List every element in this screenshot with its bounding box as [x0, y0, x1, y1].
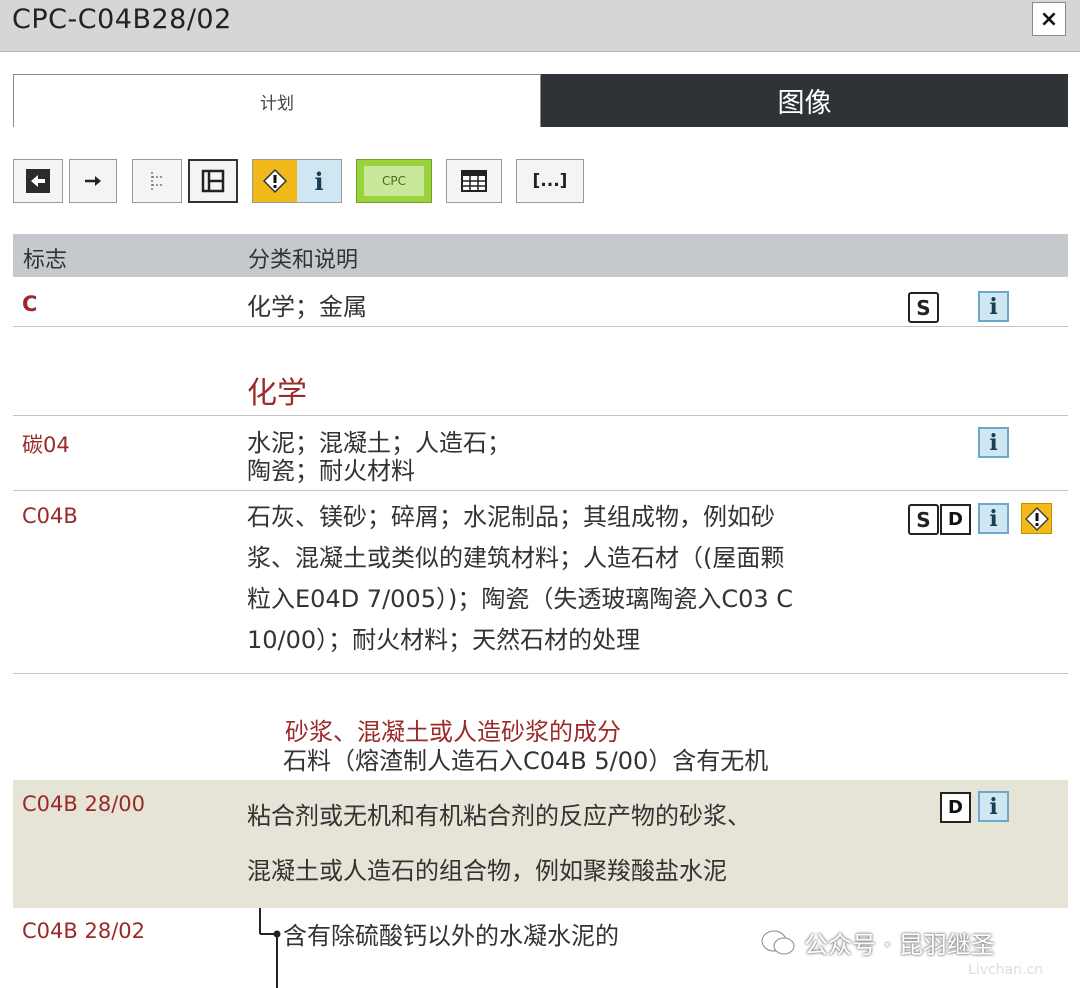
description-line: 陶瓷；耐火材料	[247, 457, 415, 485]
row-description-c: 化学；金属	[247, 293, 367, 321]
divider	[13, 673, 1068, 674]
info-icon[interactable]: i	[978, 427, 1009, 458]
description-line: 粒入E04D 7/005）)；陶瓷（失透玻璃陶瓷入C03 C	[247, 585, 794, 613]
s-icon[interactable]: S	[908, 292, 939, 323]
layout-button[interactable]	[188, 159, 238, 203]
table-icon	[461, 170, 487, 192]
warning-icon	[253, 160, 297, 202]
divider	[13, 326, 1068, 327]
watermark-text: 公众号 · 昆羽继圣	[804, 931, 995, 959]
info-icon: i	[297, 160, 341, 202]
row-description-c04b: 石灰、镁砂；碎屑；水泥制品；其组成物，例如砂 浆、混凝土或类似的建筑材料；人造石…	[247, 497, 793, 661]
forward-arrow-icon	[85, 176, 101, 186]
table-header: 标志 分类和说明	[13, 234, 1068, 277]
watermark: 公众号 · 昆羽继圣	[760, 925, 995, 960]
wechat-icon	[761, 930, 795, 954]
info-icon[interactable]: i	[978, 291, 1009, 322]
back-arrow-icon	[26, 169, 50, 193]
divider	[13, 490, 1068, 491]
row-description-c04b-28-00: 粘合剂或无机和有机粘合剂的反应产物的砂浆、 混凝土或人造石的组合物，例如聚羧酸盐…	[247, 789, 751, 899]
description-line: 混凝土或人造石的组合物，例如聚羧酸盐水泥	[247, 857, 727, 885]
description-line: 石灰、镁砂；碎屑；水泥制品；其组成物，例如砂	[247, 503, 775, 531]
watermark-sub: Livchan.cn	[968, 962, 1044, 978]
group-subtext: 石料（熔渣制人造石入C04B 5/00）含有无机	[283, 747, 769, 775]
description-line: 10/00）；耐火材料；天然石材的处理	[247, 626, 641, 654]
description-column-header: 分类和说明	[248, 248, 359, 273]
d-icon[interactable]: D	[940, 792, 971, 823]
title-bar: CPC-C04B28/02 ×	[0, 0, 1080, 52]
row-symbol-c04[interactable]: 碳04	[22, 429, 70, 459]
row-symbol-c04b-28-00[interactable]: C04B 28/00	[22, 792, 145, 816]
ellipsis-button[interactable]: [...]	[516, 159, 584, 203]
layout-icon	[201, 169, 225, 193]
window-title: CPC-C04B28/02	[12, 4, 232, 35]
tab-plan[interactable]: 计划	[13, 74, 541, 127]
tree-icon	[151, 172, 162, 190]
close-button[interactable]: ×	[1032, 2, 1066, 36]
row-symbol-c04b-28-02[interactable]: C04B 28/02	[22, 919, 145, 943]
s-icon[interactable]: S	[908, 504, 939, 535]
row-description-c04: 水泥；混凝土；人造石； 陶瓷；耐火材料	[247, 429, 511, 485]
row-symbol-c04b[interactable]: C04B	[22, 504, 78, 528]
info-icon[interactable]: i	[978, 791, 1009, 822]
description-line: 水泥；混凝土；人造石；	[247, 429, 511, 457]
cpc-icon: CPC	[364, 166, 424, 196]
row-symbol-c[interactable]: C	[22, 292, 37, 316]
description-line: 粘合剂或无机和有机粘合剂的反应产物的砂浆、	[247, 802, 751, 830]
description-line: 浆、混凝土或类似的建筑材料；人造石材（(屋面颗	[247, 544, 785, 572]
tab-image[interactable]: 图像	[541, 74, 1068, 127]
forward-button[interactable]	[69, 159, 117, 203]
symbol-column-header: 标志	[23, 248, 68, 273]
row-description-c04b-28-02: 含有除硫酸钙以外的水凝水泥的	[283, 922, 619, 950]
tree-connector-icon	[259, 908, 281, 988]
back-button[interactable]	[13, 159, 63, 203]
d-icon[interactable]: D	[940, 504, 971, 535]
section-heading: 化学	[247, 376, 307, 411]
warning-icon[interactable]	[1021, 503, 1052, 534]
info-icon[interactable]: i	[978, 503, 1009, 534]
cpc-button[interactable]: CPC	[356, 159, 432, 203]
table-button[interactable]	[446, 159, 502, 203]
tree-button[interactable]	[132, 159, 182, 203]
notes-button[interactable]: i	[252, 159, 342, 203]
divider	[13, 415, 1068, 416]
